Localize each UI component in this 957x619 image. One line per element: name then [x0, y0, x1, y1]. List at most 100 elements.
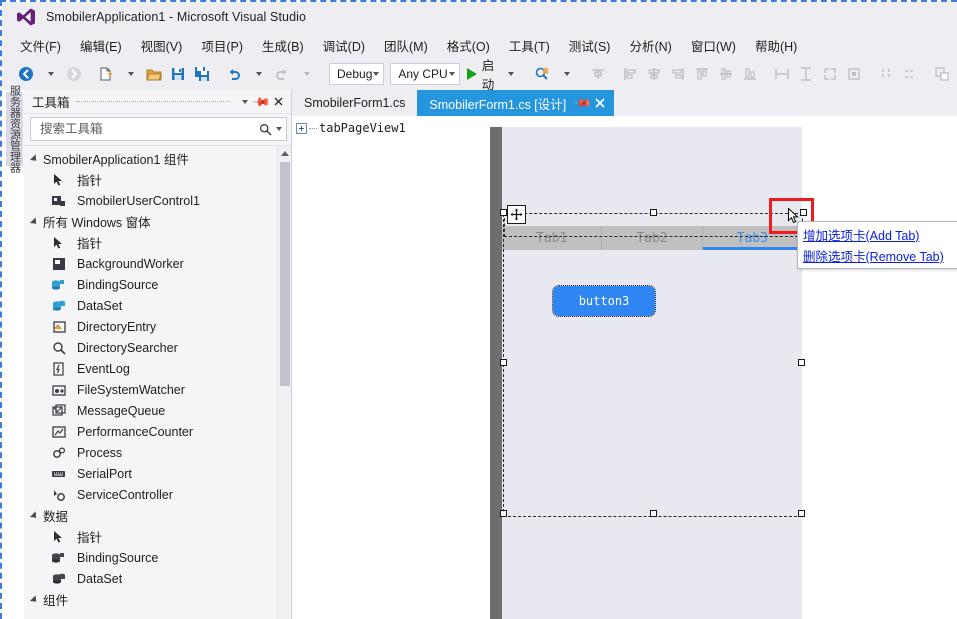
- form-tab-tab3[interactable]: Tab3: [702, 226, 803, 250]
- resize-handle-top-right[interactable]: [800, 209, 807, 216]
- server-explorer-dock-tab[interactable]: 服务器资源管理器: [6, 85, 23, 173]
- menu-window[interactable]: 窗口(W): [683, 33, 744, 58]
- redo-button[interactable]: [270, 62, 294, 86]
- toolbox-group-components[interactable]: 组件: [24, 589, 291, 610]
- menu-project[interactable]: 项目(P): [193, 33, 251, 58]
- align-middles-button: [714, 62, 738, 86]
- toolbox-item-bindingsource[interactable]: BindingSource: [24, 274, 291, 295]
- form-tab-tab2[interactable]: Tab2: [602, 226, 703, 250]
- toolbox-item-eventlog[interactable]: EventLog: [24, 358, 291, 379]
- move-handle-icon[interactable]: [507, 205, 526, 224]
- undo-dropdown[interactable]: [246, 62, 270, 86]
- toolbox-group-data[interactable]: 数据: [24, 505, 291, 526]
- toolbox-item-dataset[interactable]: DataSet: [24, 568, 291, 589]
- toolbox-group-smobiler-components[interactable]: SmobilerApplication1 组件: [24, 148, 291, 169]
- toolbox-item-bindingsource[interactable]: BindingSource: [24, 547, 291, 568]
- toolbox-search-input[interactable]: [38, 121, 259, 137]
- dataset-icon: [50, 298, 67, 314]
- navigate-back-dropdown[interactable]: [38, 62, 62, 86]
- toolbox-item-messagequeue[interactable]: MessageQueue: [24, 400, 291, 421]
- resize-handle-top-left[interactable]: [500, 209, 507, 216]
- toolbox-item-backgroundworker[interactable]: BackgroundWorker: [24, 253, 291, 274]
- toolbox-item-pointer[interactable]: 指针: [24, 526, 291, 547]
- start-debug-button[interactable]: 启动: [463, 59, 499, 92]
- undo-button[interactable]: [222, 62, 246, 86]
- tab-smobilerform1-cs-design[interactable]: SmobilerForm1.cs [设计] 📌: [417, 90, 615, 116]
- user-control-icon: [50, 193, 67, 209]
- menu-file[interactable]: 文件(F): [12, 33, 69, 58]
- new-item-dropdown[interactable]: [118, 62, 142, 86]
- redo-dropdown[interactable]: [294, 62, 318, 86]
- lock-controls-button: [842, 62, 866, 86]
- tab-actions-menu[interactable]: 增加选项卡(Add Tab) 删除选项卡(Remove Tab): [797, 221, 957, 269]
- chevron-down-icon[interactable]: [276, 127, 282, 131]
- find-dropdown[interactable]: [554, 62, 578, 86]
- tab-smobilerform1-cs[interactable]: SmobilerForm1.cs: [292, 90, 418, 116]
- toolbox-item-label: MessageQueue: [77, 403, 166, 418]
- designer-tree-row[interactable]: tabPageView1: [296, 120, 406, 136]
- menu-debug[interactable]: 调试(D): [315, 33, 373, 58]
- toolbox-item-performancecounter[interactable]: PerformanceCounter: [24, 421, 291, 442]
- service-controller-icon: [50, 487, 67, 503]
- toolbox-item-dataset[interactable]: DataSet: [24, 295, 291, 316]
- new-item-button[interactable]: [94, 62, 118, 86]
- toolbox-item-filesystemwatcher[interactable]: FileSystemWatcher: [24, 379, 291, 400]
- resize-handle-bottom-right[interactable]: [798, 510, 805, 517]
- toolbox-item-pointer[interactable]: 指针: [24, 232, 291, 253]
- toolbox-item-serialport[interactable]: SerialPort: [24, 463, 291, 484]
- menu-tools[interactable]: 工具(T): [501, 33, 558, 58]
- menu-item-remove-tab[interactable]: 删除选项卡(Remove Tab): [803, 247, 957, 268]
- resize-handle-top-center[interactable]: [650, 209, 657, 216]
- scroll-up-button[interactable]: [278, 146, 291, 160]
- resize-handle-middle-right[interactable]: [798, 359, 805, 366]
- start-debug-dropdown[interactable]: [498, 62, 522, 86]
- form-designer-surface[interactable]: tabPageView1 Tab1 Tab2 Tab3: [292, 116, 957, 619]
- menu-view[interactable]: 视图(V): [133, 33, 191, 58]
- find-in-files-button[interactable]: [530, 62, 554, 86]
- menu-analyze[interactable]: 分析(N): [621, 33, 679, 58]
- toolbox-item-pointer[interactable]: 指针: [24, 169, 291, 190]
- navigate-back-button[interactable]: [14, 62, 38, 86]
- design-button-button3[interactable]: button3: [552, 285, 656, 317]
- toolbox-item-process[interactable]: Process: [24, 442, 291, 463]
- tab-pin-button[interactable]: 📌: [573, 93, 593, 113]
- resize-handle-bottom-left[interactable]: [500, 510, 507, 517]
- save-all-button[interactable]: [190, 62, 214, 86]
- menu-test[interactable]: 测试(S): [561, 33, 619, 58]
- form-tab-tab1[interactable]: Tab1: [502, 226, 603, 250]
- menu-edit[interactable]: 编辑(E): [72, 33, 130, 58]
- toolbox-close-button[interactable]: [270, 93, 287, 110]
- solution-platform-combo[interactable]: Any CPU: [390, 63, 460, 85]
- toolbox-scrollbar[interactable]: [277, 146, 291, 619]
- menu-team[interactable]: 团队(M): [376, 33, 436, 58]
- tab-close-button[interactable]: [591, 95, 608, 112]
- save-button[interactable]: [166, 62, 190, 86]
- toolbox-item-smobilerusercontrol1[interactable]: SmobilerUserControl1: [24, 190, 291, 211]
- toolbox-pin-button[interactable]: 📌: [251, 91, 271, 111]
- form-preview-surface[interactable]: [502, 127, 802, 619]
- menu-build[interactable]: 生成(B): [254, 33, 312, 58]
- resize-handle-middle-left[interactable]: [500, 359, 507, 366]
- align-lefts-button: [618, 62, 642, 86]
- toolbox-search-box[interactable]: [30, 117, 287, 141]
- expand-plus-icon[interactable]: [296, 122, 307, 134]
- pointer-icon: [50, 529, 67, 545]
- solution-configuration-combo[interactable]: Debug: [329, 63, 385, 85]
- toolbox-item-directorysearcher[interactable]: DirectorySearcher: [24, 337, 291, 358]
- tab-page-view-strip[interactable]: Tab1 Tab2 Tab3: [502, 226, 803, 250]
- toolbox-group-all-windows-forms[interactable]: 所有 Windows 窗体: [24, 211, 291, 232]
- open-file-button[interactable]: [142, 62, 166, 86]
- menu-help[interactable]: 帮助(H): [747, 33, 805, 58]
- menu-format[interactable]: 格式(O): [439, 33, 498, 58]
- align-to-grid-icon: [592, 69, 605, 79]
- menu-item-add-tab[interactable]: 增加选项卡(Add Tab): [803, 226, 957, 247]
- toolbox-item-directoryentry[interactable]: DirectoryEntry: [24, 316, 291, 337]
- toolbox-scrollbar-thumb[interactable]: [280, 162, 290, 386]
- resize-handle-bottom-center[interactable]: [650, 510, 657, 517]
- horizontal-spacing-icon: [882, 69, 891, 79]
- toolbox-item-label: SerialPort: [77, 466, 132, 481]
- open-file-icon: [146, 69, 162, 81]
- navigate-forward-button[interactable]: [62, 62, 86, 86]
- expander-icon: [29, 153, 40, 164]
- toolbox-item-servicecontroller[interactable]: ServiceController: [24, 484, 291, 505]
